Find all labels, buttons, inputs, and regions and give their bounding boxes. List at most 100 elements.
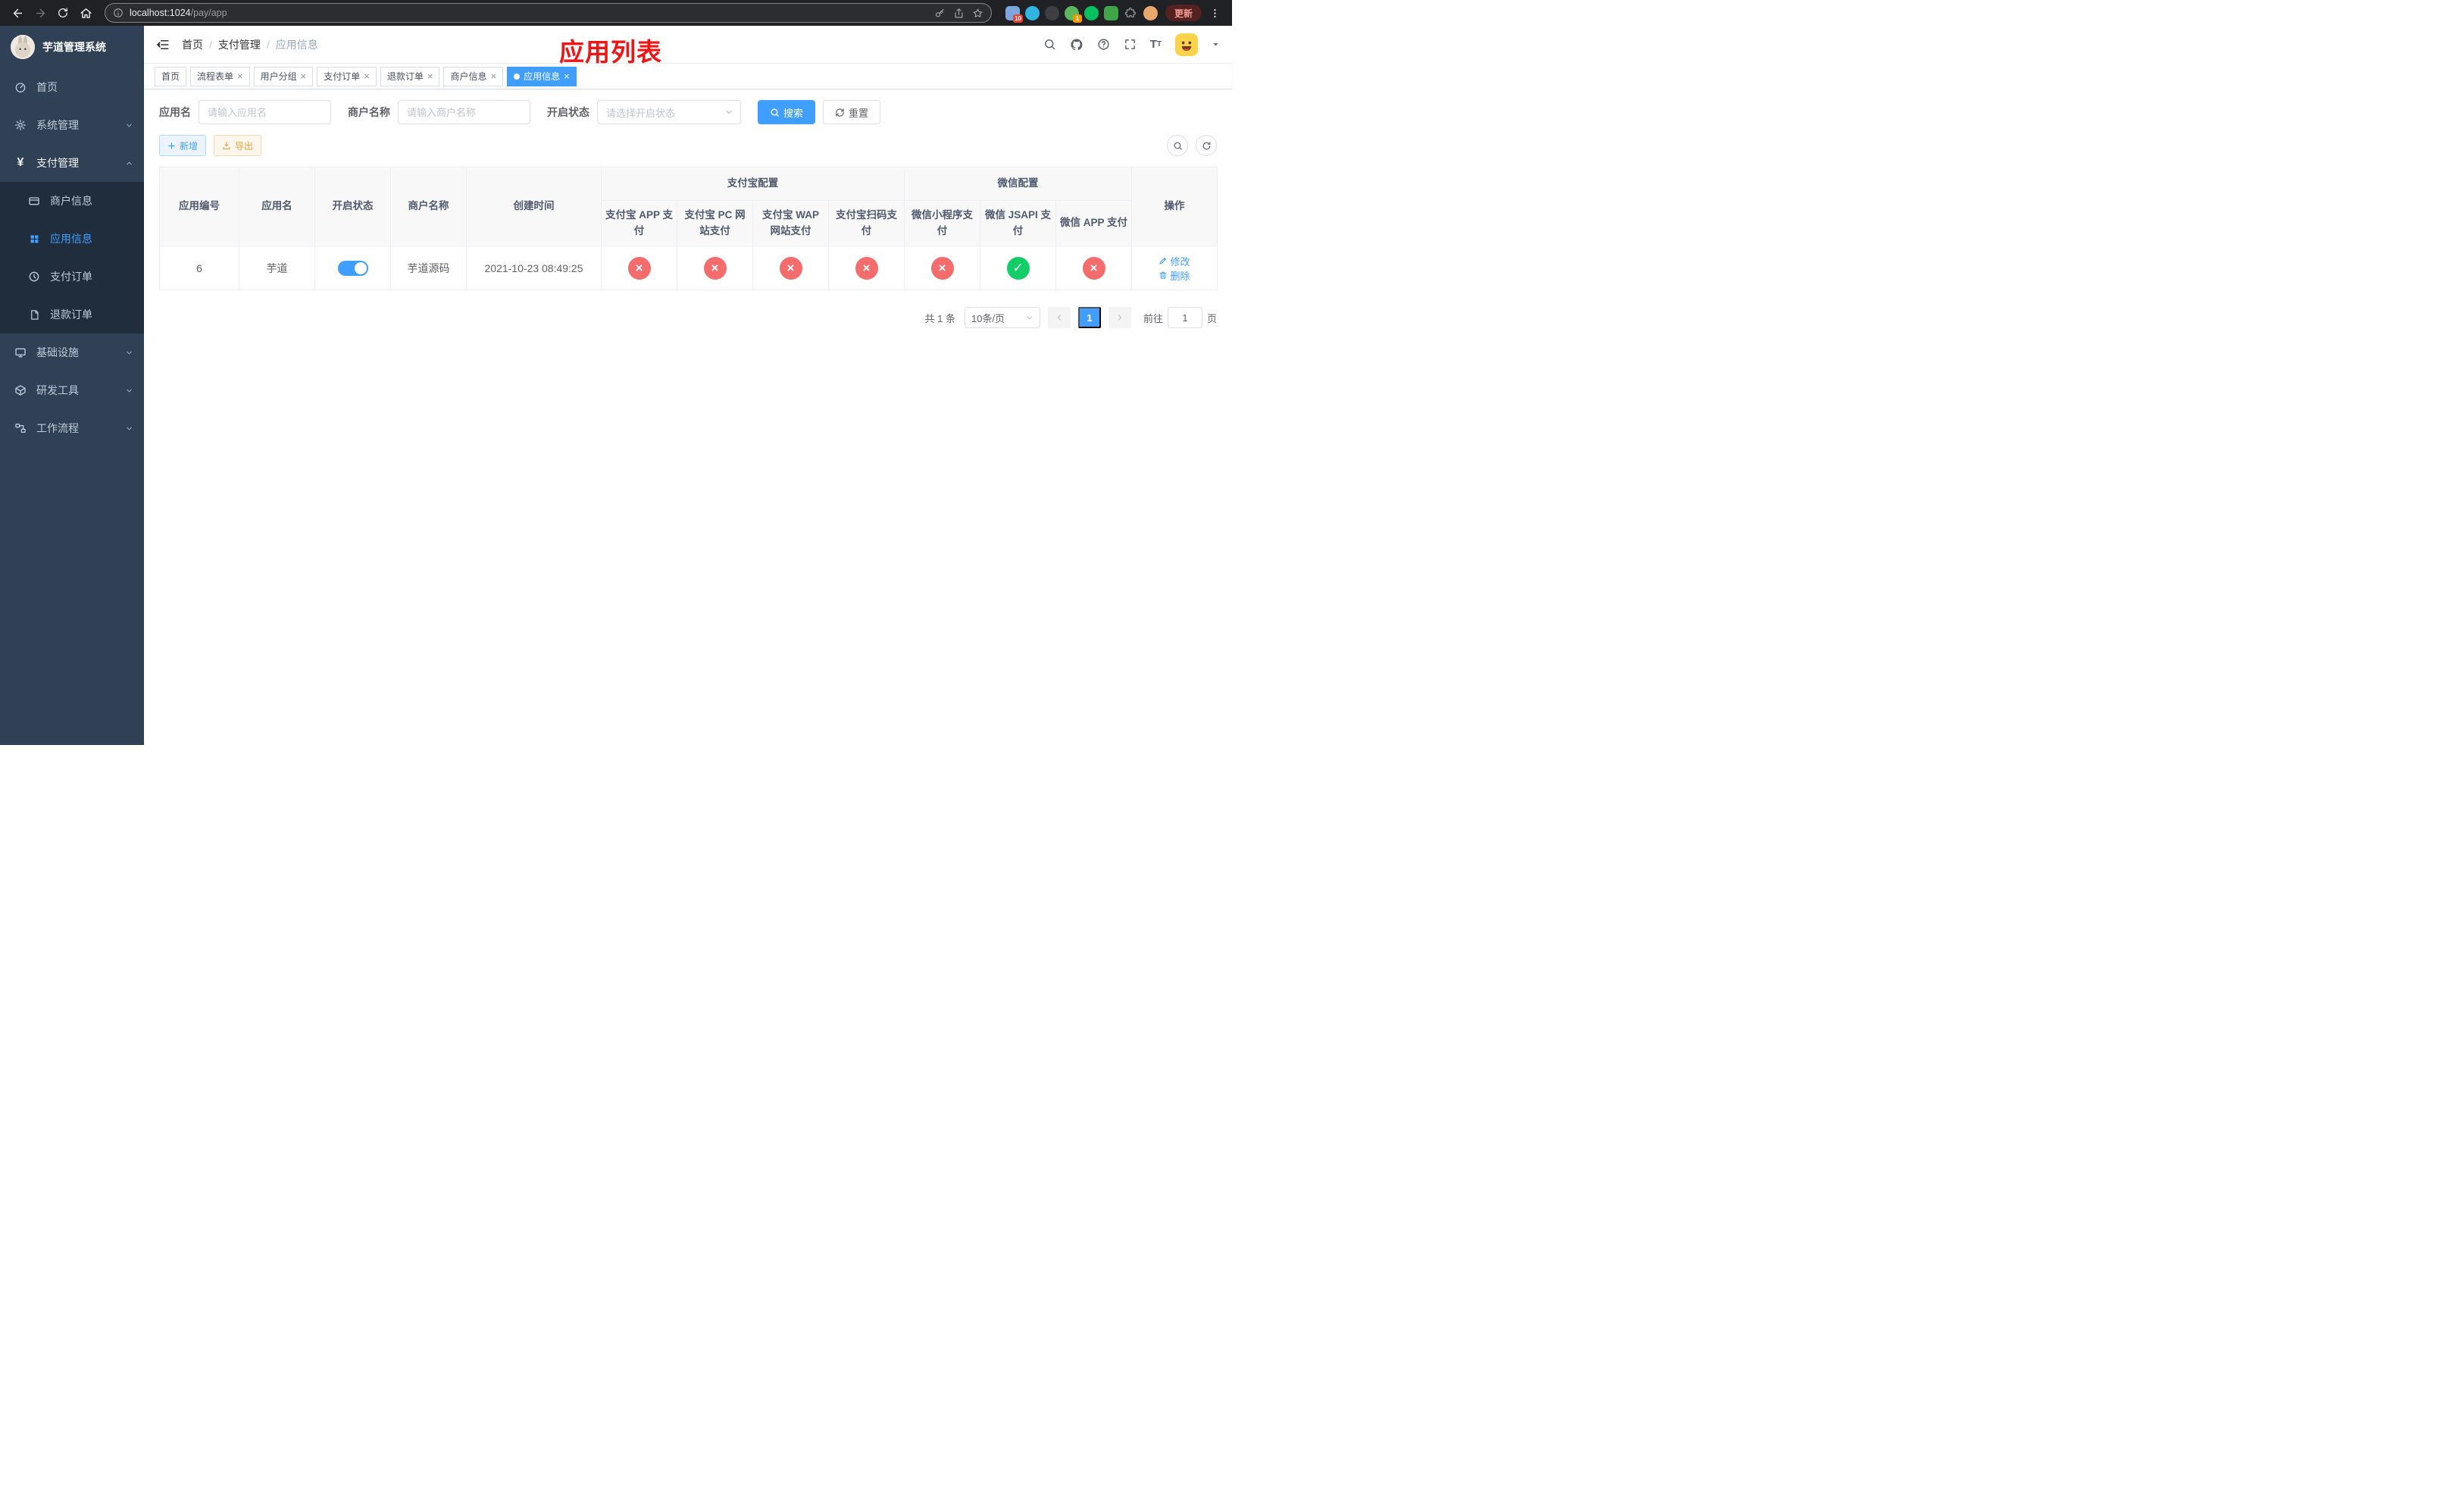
- password-key-icon[interactable]: [934, 8, 946, 19]
- goto-label: 前往: [1143, 312, 1163, 324]
- tab-home[interactable]: 首页: [155, 66, 187, 86]
- extension-icon-6[interactable]: [1103, 5, 1118, 20]
- rabbit-logo-icon: [11, 35, 35, 59]
- sidebar-item-infrastructure[interactable]: 基础设施: [0, 333, 144, 371]
- browser-chrome: localhost:1024/pay/app 10 1 更新: [0, 0, 1232, 26]
- pagination: 共 1 条 10条/页 1 前往 1 页: [159, 307, 1217, 328]
- tab-process-form[interactable]: 流程表单 ×: [190, 66, 250, 86]
- tab-pay-orders[interactable]: 支付订单 ×: [317, 66, 377, 86]
- delete-button[interactable]: 删除: [1159, 268, 1190, 283]
- close-icon[interactable]: ×: [301, 71, 307, 81]
- cell-status: [314, 246, 391, 290]
- breadcrumb-payment[interactable]: 支付管理: [218, 37, 261, 52]
- enable-toggle[interactable]: [337, 260, 368, 276]
- sidebar-item-system[interactable]: 系统管理: [0, 106, 144, 144]
- back-arrow-icon: [13, 8, 22, 17]
- next-page-button[interactable]: [1108, 307, 1131, 328]
- browser-reload-button[interactable]: [53, 3, 73, 23]
- payment-submenu: 商户信息 应用信息 支付订单 退款订单: [0, 182, 144, 333]
- sidebar-item-merchant-info[interactable]: 商户信息: [0, 182, 144, 220]
- browser-back-button[interactable]: [8, 3, 27, 23]
- order-circle-icon: [27, 271, 41, 283]
- share-icon[interactable]: [953, 8, 965, 19]
- sidebar-item-payment[interactable]: ¥ 支付管理: [0, 144, 144, 182]
- refresh-icon: [1202, 141, 1210, 149]
- browser-forward-button[interactable]: [30, 3, 50, 23]
- github-icon[interactable]: [1070, 38, 1083, 52]
- tab-refund-orders[interactable]: 退款订单 ×: [380, 66, 440, 86]
- breadcrumb: 首页 / 支付管理 / 应用信息: [182, 37, 318, 52]
- goto-unit: 页: [1206, 312, 1217, 324]
- site-info-icon[interactable]: [113, 8, 124, 18]
- close-icon[interactable]: ×: [237, 71, 243, 81]
- cube-icon: [14, 384, 27, 396]
- sidebar-fold-icon[interactable]: [153, 35, 173, 55]
- extension-icon-1[interactable]: 10: [1005, 5, 1023, 23]
- close-icon[interactable]: ×: [364, 71, 370, 81]
- browser-menu-icon[interactable]: [1205, 3, 1224, 23]
- caret-down-icon[interactable]: [1212, 40, 1220, 49]
- header-search-icon[interactable]: [1043, 38, 1056, 51]
- active-tab-dot: [514, 73, 521, 80]
- user-avatar[interactable]: [1175, 33, 1198, 56]
- address-bar[interactable]: localhost:1024/pay/app: [105, 3, 992, 23]
- tab-app-info[interactable]: 应用信息 ×: [507, 66, 577, 86]
- help-icon[interactable]: [1097, 38, 1110, 51]
- app-name-input[interactable]: [199, 100, 331, 124]
- refresh-table-button[interactable]: [1196, 135, 1217, 156]
- sidebar-item-workflow[interactable]: 工作流程: [0, 409, 144, 447]
- sidebar-item-dev-tools[interactable]: 研发工具: [0, 371, 144, 409]
- profile-avatar-icon[interactable]: [1143, 5, 1158, 20]
- page-number-button[interactable]: 1: [1077, 307, 1101, 328]
- page-size-select[interactable]: 10条/页: [964, 307, 1040, 328]
- browser-home-button[interactable]: [76, 3, 95, 23]
- column-header-merchant: 商户名称: [390, 167, 467, 246]
- status-alipay-app-icon: ×: [627, 256, 651, 280]
- extension-badge: 10: [1013, 14, 1023, 23]
- reset-button[interactable]: 重置: [823, 100, 881, 124]
- toggle-search-button[interactable]: [1167, 135, 1188, 156]
- merchant-name-label: 商户名称: [348, 106, 390, 118]
- status-wx-jsapi-icon: ✓: [1006, 256, 1030, 280]
- refresh-icon: [836, 108, 844, 117]
- status-select[interactable]: 请选择开启状态: [597, 100, 741, 124]
- chevron-down-icon: [1025, 314, 1033, 322]
- yen-icon: ¥: [17, 156, 24, 169]
- extension-icon-4[interactable]: 1: [1064, 5, 1082, 23]
- cell-app-name: 芋道: [239, 246, 315, 290]
- sidebar-item-app-info[interactable]: 应用信息: [0, 220, 144, 258]
- extension-icon-3[interactable]: [1044, 5, 1059, 20]
- extension-icon-5[interactable]: [1083, 5, 1099, 20]
- search-button[interactable]: 搜索: [758, 100, 816, 124]
- prev-page-button[interactable]: [1047, 307, 1071, 328]
- goto-page-input[interactable]: [1167, 307, 1202, 328]
- close-icon[interactable]: ×: [427, 71, 433, 81]
- pencil-icon: [1159, 258, 1167, 265]
- edit-button[interactable]: 修改: [1159, 254, 1190, 268]
- merchant-name-input[interactable]: [398, 100, 530, 124]
- add-button[interactable]: 新增: [159, 135, 207, 156]
- font-size-icon[interactable]: TT: [1150, 39, 1162, 50]
- breadcrumb-home[interactable]: 首页: [182, 37, 203, 52]
- close-icon[interactable]: ×: [564, 71, 570, 81]
- extension-icon-2[interactable]: [1024, 5, 1040, 20]
- top-navbar: 首页 / 支付管理 / 应用信息 T T: [144, 26, 1232, 64]
- fullscreen-icon[interactable]: [1124, 38, 1137, 51]
- tab-merchant-info[interactable]: 商户信息 ×: [443, 66, 504, 86]
- monitor-icon: [14, 346, 27, 358]
- close-icon[interactable]: ×: [490, 71, 496, 81]
- sidebar-item-pay-orders[interactable]: 支付订单: [0, 258, 144, 296]
- tags-view: 首页 流程表单 × 用户分组 × 支付订单 × 退款订单 × 商户信息 × 应用信息 ×: [144, 64, 1232, 89]
- export-button[interactable]: 导出: [214, 135, 262, 156]
- status-wx-lite-icon: ×: [930, 256, 954, 280]
- sidebar-item-refund-orders[interactable]: 退款订单: [0, 296, 144, 333]
- status-alipay-qr-icon: ×: [855, 256, 878, 280]
- workflow-icon: [14, 422, 27, 434]
- bookmark-star-icon[interactable]: [972, 8, 983, 19]
- screenshot-root: localhost:1024/pay/app 10 1 更新 芋道管理系统 首页…: [0, 0, 1232, 745]
- download-icon: [223, 141, 230, 150]
- browser-update-button[interactable]: 更新: [1165, 5, 1202, 21]
- extensions-puzzle-icon[interactable]: [1124, 6, 1138, 20]
- sidebar-item-home[interactable]: 首页: [0, 68, 144, 106]
- tab-user-group[interactable]: 用户分组 ×: [253, 66, 314, 86]
